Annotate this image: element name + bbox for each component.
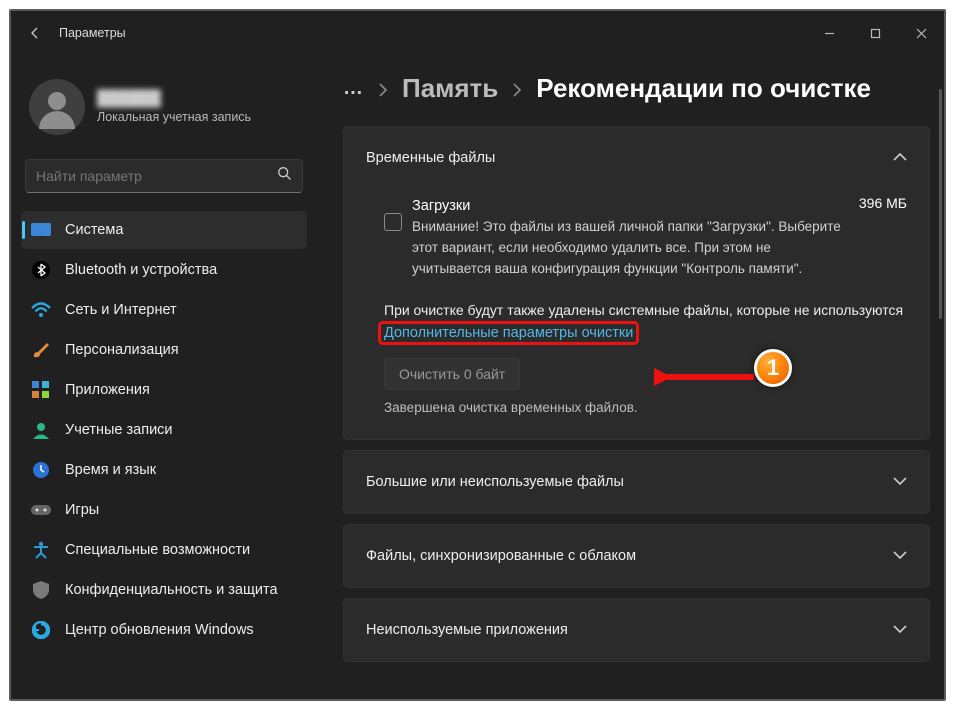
app-window: Параметры ██████ Локальная учетная запис… [9,9,946,701]
cleanup-done-text: Завершена очистка временных файлов. [384,400,907,415]
advanced-cleanup-link[interactable]: Дополнительные параметры очистки [384,325,633,341]
nav-label: Bluetooth и устройства [65,262,217,278]
clock-icon [31,460,51,480]
downloads-checkbox[interactable] [384,213,402,231]
nav-label: Учетные записи [65,422,173,438]
nav-label: Система [65,222,123,238]
sidebar: ██████ Локальная учетная запись Система … [11,55,317,699]
downloads-title: Загрузки [412,195,849,217]
window-controls [806,11,944,55]
nav-accessibility[interactable]: Специальные возможности [21,531,307,569]
breadcrumb-current: Рекомендации по очистке [536,73,871,104]
panel-temp-body: Загрузки Внимание! Это файлы из вашей ли… [344,189,929,439]
breadcrumb-storage[interactable]: Память [402,73,498,104]
person-icon [31,420,51,440]
nav-apps[interactable]: Приложения [21,371,307,409]
chevron-down-icon [893,622,907,638]
chevron-down-icon [893,548,907,564]
nav-label: Игры [65,502,99,518]
nav-label: Специальные возможности [65,542,250,558]
clean-button[interactable]: Очистить 0 байт [384,358,520,390]
profile[interactable]: ██████ Локальная учетная запись [21,55,307,145]
panel-title: Неиспользуемые приложения [366,622,568,638]
chevron-up-icon [893,150,907,166]
nav-label: Персонализация [65,342,179,358]
content: … Память Рекомендации по очистке Временн… [317,55,944,699]
panel-large-header[interactable]: Большие или неиспользуемые файлы [344,451,929,513]
avatar-icon [29,79,85,135]
nav: Система Bluetooth и устройства Сеть и Ин… [21,211,307,649]
nav-privacy[interactable]: Конфиденциальность и защита [21,571,307,609]
search-icon [277,166,292,186]
nav-label: Приложения [65,382,150,398]
search-input[interactable] [36,168,277,184]
profile-subtitle: Локальная учетная запись [97,110,251,124]
bluetooth-icon [31,260,51,280]
nav-system[interactable]: Система [21,211,307,249]
panel-temp-header[interactable]: Временные файлы [344,127,929,189]
nav-bluetooth[interactable]: Bluetooth и устройства [21,251,307,289]
panel-cloud: Файлы, синхронизированные с облаком [343,524,930,588]
brush-icon [31,340,51,360]
panel-title: Временные файлы [366,150,495,166]
nav-label: Сеть и Интернет [65,302,177,318]
panel-cloud-header[interactable]: Файлы, синхронизированные с облаком [344,525,929,587]
cleanup-note: При очистке будут также удалены системны… [384,300,907,321]
downloads-size: 396 МБ [859,195,907,211]
shield-icon [31,580,51,600]
nav-label: Конфиденциальность и защита [65,582,278,598]
close-button[interactable] [898,11,944,55]
profile-text: ██████ Локальная учетная запись [97,90,251,124]
annotation-highlight [378,321,639,345]
nav-label: Время и язык [65,462,156,478]
window-title: Параметры [59,26,126,40]
titlebar: Параметры [11,11,944,55]
search-box[interactable] [25,159,303,193]
nav-time[interactable]: Время и язык [21,451,307,489]
breadcrumb-more[interactable]: … [343,77,364,100]
profile-name: ██████ [97,90,251,107]
downloads-text: Загрузки Внимание! Это файлы из вашей ли… [412,195,849,280]
chevron-down-icon [893,474,907,490]
panel-title: Файлы, синхронизированные с облаком [366,548,636,564]
nav-accounts[interactable]: Учетные записи [21,411,307,449]
nav-label: Центр обновления Windows [65,622,254,638]
panel-apps: Неиспользуемые приложения [343,598,930,662]
nav-gaming[interactable]: Игры [21,491,307,529]
downloads-row: Загрузки Внимание! Это файлы из вашей ли… [384,195,907,280]
system-icon [31,220,51,240]
apps-icon [31,380,51,400]
chevron-right-icon [378,73,388,104]
panel-large: Большие или неиспользуемые файлы [343,450,930,514]
scrollbar[interactable] [939,89,942,319]
chevron-right-icon [512,73,522,104]
nav-network[interactable]: Сеть и Интернет [21,291,307,329]
panel-title: Большие или неиспользуемые файлы [366,474,624,490]
minimize-button[interactable] [806,11,852,55]
breadcrumb: … Память Рекомендации по очистке [343,73,930,104]
nav-personalization[interactable]: Персонализация [21,331,307,369]
panel-apps-header[interactable]: Неиспользуемые приложения [344,599,929,661]
nav-update[interactable]: Центр обновления Windows [21,611,307,649]
update-icon [31,620,51,640]
downloads-warning: Внимание! Это файлы из вашей личной папк… [412,217,849,280]
maximize-button[interactable] [852,11,898,55]
wifi-icon [31,300,51,320]
gamepad-icon [31,500,51,520]
body: ██████ Локальная учетная запись Система … [11,55,944,699]
accessibility-icon [31,540,51,560]
panel-temp: Временные файлы Загрузки Внимание! Это ф… [343,126,930,440]
back-icon[interactable] [29,27,41,39]
